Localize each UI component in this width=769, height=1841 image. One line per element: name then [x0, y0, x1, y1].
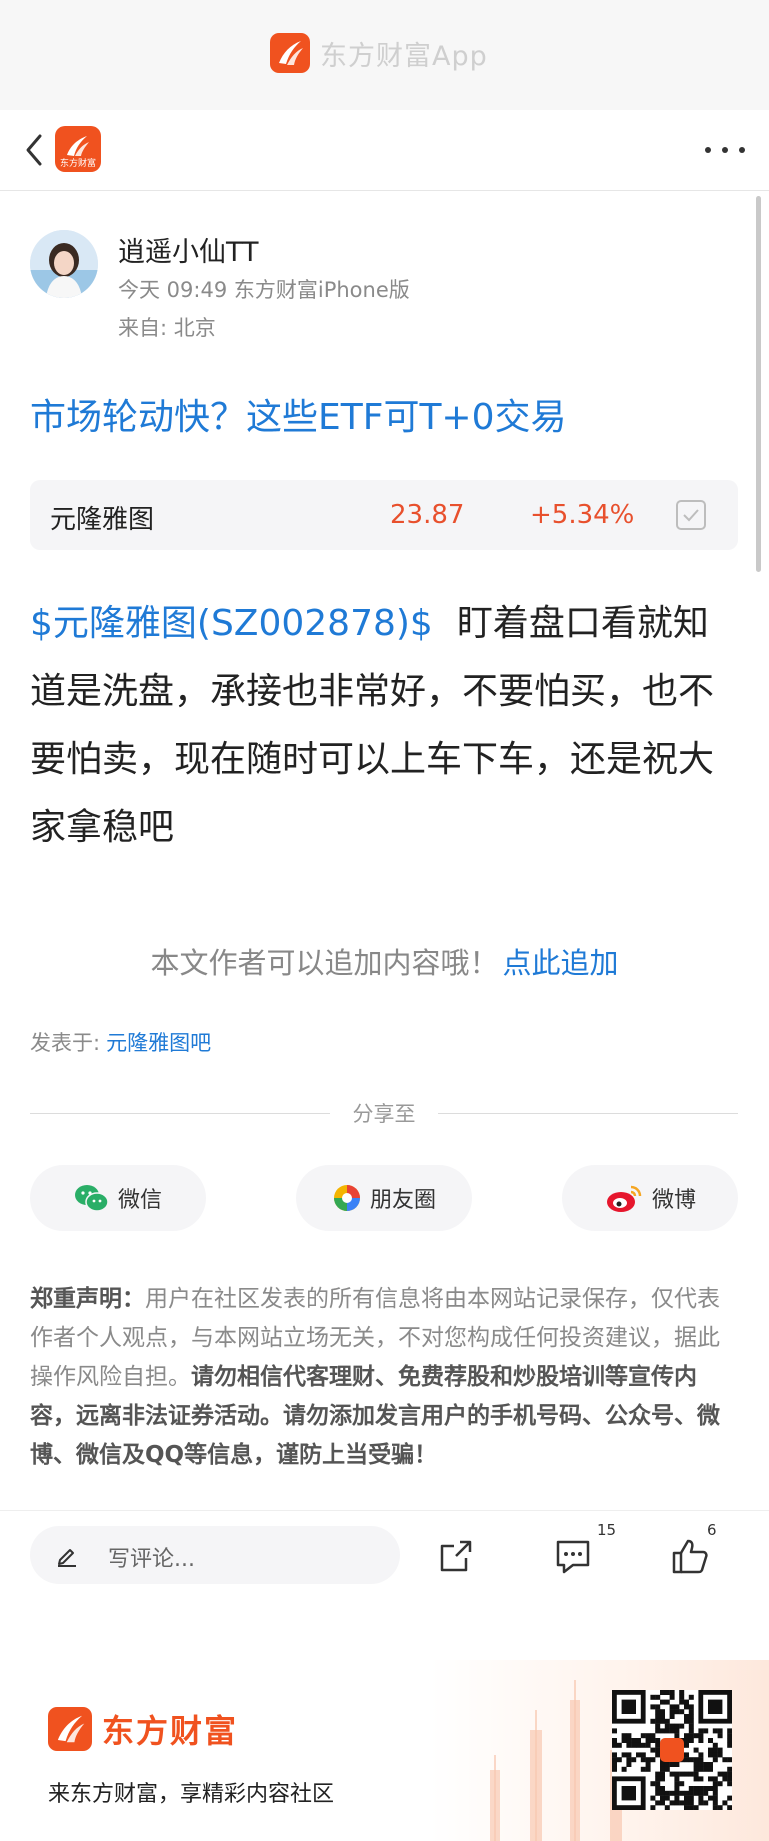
disclaimer-title: 郑重声明：	[30, 1286, 145, 1312]
post-title[interactable]: 市场轮动快？这些ETF可T+0交易	[30, 388, 567, 440]
footer-slogan: 来东方财富，享精彩内容社区	[48, 1782, 335, 1807]
pen-icon	[58, 1549, 76, 1567]
stock-change: +5.34%	[530, 500, 635, 530]
append-prompt: 本文作者可以追加内容哦！ 点此追加	[0, 940, 769, 982]
nav-bar: 东方财富	[0, 110, 769, 191]
wechat-icon	[74, 1185, 109, 1212]
stock-price: 23.87	[390, 500, 465, 530]
comment-icon[interactable]	[553, 1536, 593, 1576]
stock-card[interactable]: 元隆雅图 23.87 +5.34%	[30, 480, 738, 550]
share-divider: 分享至	[30, 1098, 738, 1128]
posted-in-label: 发表于:	[30, 1031, 101, 1055]
eastmoney-logo-icon	[48, 1707, 92, 1751]
comment-placeholder: 写评论...	[108, 1547, 195, 1572]
check-icon	[683, 509, 699, 522]
stock-tag-link[interactable]: $元隆雅图(SZ002878)$	[30, 603, 433, 644]
disclaimer: 郑重声明：用户在社区发表的所有信息将由本网站记录保存，仅代表作者个人观点，与本网…	[30, 1280, 742, 1475]
back-arrow-icon[interactable]	[18, 130, 52, 170]
app-name: 东方财富App	[320, 40, 488, 72]
weibo-icon	[606, 1185, 642, 1212]
share-wechat-label: 微信	[117, 1188, 162, 1213]
nav-logo[interactable]: 东方财富	[55, 126, 101, 172]
stock-bar-link[interactable]: 元隆雅图吧	[106, 1031, 211, 1055]
qr-code	[612, 1690, 733, 1811]
share-weibo-button[interactable]: 微博	[562, 1165, 738, 1231]
share-wechat-button[interactable]: 微信	[30, 1165, 206, 1231]
eastmoney-logo-icon	[270, 33, 310, 73]
comment-count: 15	[597, 1521, 617, 1539]
add-watchlist-checkbox[interactable]	[676, 500, 706, 530]
post-body: $元隆雅图(SZ002878)$ 盯着盘口看就知道是洗盘，承接也非常好，不要怕买，…	[30, 590, 742, 862]
append-link[interactable]: 点此追加	[503, 946, 619, 980]
scrollbar[interactable]	[756, 196, 761, 572]
footer-brand-name: 东方财富	[102, 1712, 239, 1750]
nav-logo-text: 东方财富	[59, 159, 96, 169]
comment-input[interactable]: 写评论...	[30, 1526, 400, 1584]
more-options-icon[interactable]	[705, 135, 745, 165]
comment-bar: 写评论... 15 6	[0, 1510, 769, 1601]
post-location: 来自: 北京	[118, 316, 216, 340]
author-name[interactable]: 逍遥小仙TT	[118, 230, 259, 269]
share-moments-label: 朋友圈	[369, 1188, 436, 1213]
app-brand[interactable]: 东方财富App	[270, 33, 488, 73]
author-header: 逍遥小仙TT 今天 09:49 东方财富iPhone版 来自: 北京	[30, 230, 730, 340]
share-weibo-label: 微博	[651, 1188, 696, 1213]
footer-promo: 东方财富 来东方财富，享精彩内容社区	[0, 1660, 769, 1841]
footer-brand[interactable]: 东方财富	[48, 1706, 238, 1752]
avatar[interactable]	[30, 230, 98, 298]
moments-icon	[333, 1185, 360, 1211]
app-banner: 东方财富App	[0, 0, 769, 110]
append-text: 本文作者可以追加内容哦！	[150, 946, 499, 980]
like-icon[interactable]	[670, 1536, 710, 1576]
share-moments-button[interactable]: 朋友圈	[296, 1165, 472, 1231]
share-out-icon[interactable]	[436, 1536, 476, 1576]
stock-name: 元隆雅图	[50, 505, 155, 535]
share-label: 分享至	[352, 1102, 416, 1126]
like-count: 6	[707, 1521, 717, 1539]
qr-code-icon	[612, 1690, 733, 1811]
posted-in: 发表于: 元隆雅图吧	[30, 1027, 211, 1057]
post-meta: 今天 09:49 东方财富iPhone版	[118, 278, 410, 302]
